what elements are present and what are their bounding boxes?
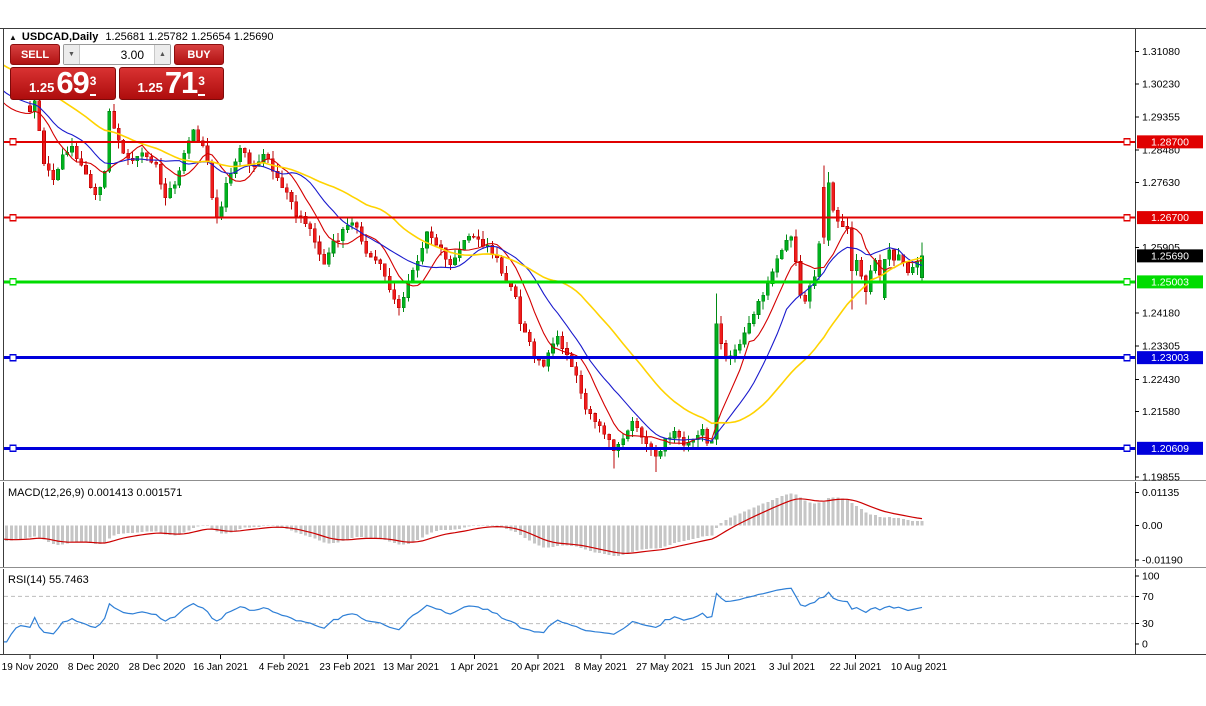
svg-text:1.30230: 1.30230 (1142, 78, 1180, 90)
svg-text:70: 70 (1142, 591, 1154, 603)
svg-text:-0.01190: -0.01190 (1142, 554, 1183, 566)
svg-text:1.23305: 1.23305 (1142, 341, 1180, 353)
chart-symbol-title: USDCAD,Daily (22, 31, 98, 43)
svg-text:16 Jan 2021: 16 Jan 2021 (193, 662, 248, 673)
svg-text:28 Dec 2020: 28 Dec 2020 (129, 662, 186, 673)
hline-handle[interactable] (10, 139, 16, 145)
sell-price-box[interactable]: 1.25 69 3 (10, 67, 116, 100)
buy-button[interactable]: BUY (174, 44, 224, 65)
sell-price-frac: 1.25 (29, 78, 54, 98)
svg-text:1.21580: 1.21580 (1142, 406, 1180, 418)
hline-handle[interactable] (10, 279, 16, 285)
svg-text:30: 30 (1142, 618, 1154, 630)
sell-price-pip: 3 (90, 68, 97, 96)
macd-indicator-label: MACD(12,26,9) 0.001413 0.001571 (8, 487, 182, 499)
svg-text:27 May 2021: 27 May 2021 (636, 662, 694, 673)
hline-handle[interactable] (1124, 139, 1130, 145)
svg-text:1.31080: 1.31080 (1142, 46, 1180, 58)
svg-text:1.29355: 1.29355 (1142, 112, 1180, 124)
buy-price-frac: 1.25 (138, 78, 163, 98)
svg-text:8 May 2021: 8 May 2021 (575, 662, 628, 673)
svg-text:19 Nov 2020: 19 Nov 2020 (2, 662, 59, 673)
svg-text:1.19855: 1.19855 (1142, 471, 1180, 483)
svg-text:3 Jul 2021: 3 Jul 2021 (769, 662, 816, 673)
price-chart-canvas[interactable]: 1.310801.302301.293551.284801.276301.259… (0, 0, 1206, 706)
one-click-trade-widget: SELL ▼ 3.00 ▲ BUY 1.25 69 3 1.25 71 3 (10, 44, 224, 100)
svg-text:10 Aug 2021: 10 Aug 2021 (891, 662, 948, 673)
svg-text:1.25003: 1.25003 (1151, 276, 1189, 288)
svg-text:15 Jun 2021: 15 Jun 2021 (701, 662, 756, 673)
sell-button[interactable]: SELL (10, 44, 60, 65)
svg-text:100: 100 (1142, 571, 1160, 583)
sell-price-big: 69 (56, 68, 88, 98)
svg-text:13 Mar 2021: 13 Mar 2021 (383, 662, 440, 673)
svg-text:1.27630: 1.27630 (1142, 177, 1180, 189)
svg-text:1.28700: 1.28700 (1151, 136, 1189, 148)
svg-text:1.25690: 1.25690 (1151, 250, 1189, 262)
hline-handle[interactable] (10, 215, 16, 221)
svg-text:1.20609: 1.20609 (1151, 443, 1189, 455)
svg-text:0.00: 0.00 (1142, 520, 1163, 532)
svg-text:1.23003: 1.23003 (1151, 352, 1189, 364)
svg-text:0.01135: 0.01135 (1142, 487, 1179, 499)
trading-terminal-window: 5M30H1H4D1W1MN 1.310801.302301.293551.28… (0, 0, 1206, 706)
hline-handle[interactable] (1124, 355, 1130, 361)
volume-increase-icon[interactable]: ▲ (154, 45, 170, 64)
buy-price-big: 71 (165, 68, 197, 98)
svg-text:8 Dec 2020: 8 Dec 2020 (68, 662, 120, 673)
volume-spinner: ▼ 3.00 ▲ (63, 44, 171, 65)
svg-text:22 Jul 2021: 22 Jul 2021 (830, 662, 882, 673)
collapse-arrow-icon[interactable]: ▲ (9, 33, 17, 42)
svg-text:0: 0 (1142, 639, 1148, 651)
chart-title-row: ▲ USDCAD,Daily 1.25681 1.25782 1.25654 1… (9, 31, 274, 43)
svg-text:20 Apr 2021: 20 Apr 2021 (511, 662, 565, 673)
svg-text:4 Feb 2021: 4 Feb 2021 (259, 662, 310, 673)
hline-handle[interactable] (10, 355, 16, 361)
svg-text:1 Apr 2021: 1 Apr 2021 (450, 662, 499, 673)
hline-handle[interactable] (10, 445, 16, 451)
chart-ohlc-values: 1.25681 1.25782 1.25654 1.25690 (105, 31, 273, 43)
hline-handle[interactable] (1124, 445, 1130, 451)
rsi-indicator-label: RSI(14) 55.7463 (8, 574, 89, 586)
buy-price-box[interactable]: 1.25 71 3 (119, 67, 225, 100)
svg-text:1.26700: 1.26700 (1151, 212, 1189, 224)
hline-handle[interactable] (1124, 279, 1130, 285)
volume-value[interactable]: 3.00 (80, 45, 154, 64)
volume-decrease-icon[interactable]: ▼ (64, 45, 80, 64)
buy-price-pip: 3 (198, 68, 205, 96)
svg-text:1.22430: 1.22430 (1142, 374, 1180, 386)
svg-text:23 Feb 2021: 23 Feb 2021 (319, 662, 376, 673)
svg-text:1.24180: 1.24180 (1142, 308, 1180, 320)
hline-handle[interactable] (1124, 215, 1130, 221)
